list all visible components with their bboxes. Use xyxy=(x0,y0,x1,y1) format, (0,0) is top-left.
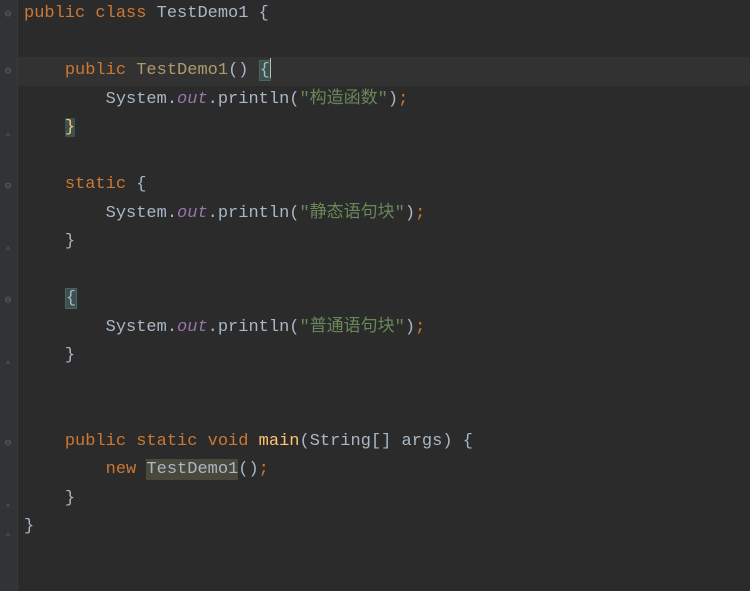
brace: } xyxy=(65,489,75,508)
method-call: println xyxy=(218,90,289,109)
field-ref: out xyxy=(177,318,208,337)
code-line-blank xyxy=(18,399,750,428)
paren: ( xyxy=(289,318,299,337)
method-call: println xyxy=(218,204,289,223)
semicolon: ; xyxy=(415,318,425,337)
fold-open-icon[interactable] xyxy=(3,441,13,447)
keyword: class xyxy=(95,4,146,23)
code-line-blank xyxy=(18,143,750,172)
caret-icon xyxy=(270,58,272,78)
field-ref: out xyxy=(177,90,208,109)
keyword: void xyxy=(208,432,249,451)
code-line-active: public TestDemo1() { xyxy=(18,57,750,86)
fold-close-icon[interactable] xyxy=(3,136,13,142)
paren: ( xyxy=(299,432,309,451)
paren: ) xyxy=(442,432,452,451)
keyword: public xyxy=(65,432,126,451)
brace: { xyxy=(463,432,473,451)
code-line: { xyxy=(18,285,750,314)
dot: . xyxy=(167,318,177,337)
brace: } xyxy=(65,346,75,365)
selection: TestDemo1 xyxy=(146,459,238,480)
string-literal: "静态语句块" xyxy=(299,204,404,223)
method-name: main xyxy=(259,432,300,451)
brace: } xyxy=(65,232,75,251)
field-ref: out xyxy=(177,204,208,223)
class-ref: System xyxy=(106,90,167,109)
dot: . xyxy=(208,204,218,223)
code-line: } xyxy=(18,114,750,143)
method-call: println xyxy=(218,318,289,337)
code-line: public class TestDemo1 { xyxy=(18,0,750,29)
brace-highlighted: { xyxy=(65,288,77,309)
string-literal: "普通语句块" xyxy=(299,318,404,337)
paren: ) xyxy=(388,90,398,109)
semicolon: ; xyxy=(259,460,269,479)
keyword: public xyxy=(24,4,85,23)
keyword: public xyxy=(65,61,126,80)
code-line: static { xyxy=(18,171,750,200)
fold-close-icon[interactable] xyxy=(3,250,13,256)
code-line: System.out.println("普通语句块"); xyxy=(18,314,750,343)
fold-open-icon[interactable] xyxy=(3,12,13,18)
brace-matched: } xyxy=(65,118,75,137)
keyword: static xyxy=(65,175,126,194)
paren: ( xyxy=(289,90,299,109)
code-line-blank xyxy=(18,371,750,400)
dot: . xyxy=(167,90,177,109)
fold-open-icon[interactable] xyxy=(3,69,13,75)
parens: () xyxy=(238,460,258,479)
param: args xyxy=(402,432,443,451)
keyword: static xyxy=(136,432,197,451)
dot: . xyxy=(208,90,218,109)
parens: () xyxy=(228,61,248,80)
code-editor[interactable]: public class TestDemo1 { public TestDemo… xyxy=(18,0,750,591)
class-ref: System xyxy=(106,318,167,337)
brace: { xyxy=(136,175,146,194)
brace: } xyxy=(24,517,34,536)
fold-close-icon[interactable] xyxy=(3,364,13,370)
semicolon: ; xyxy=(415,204,425,223)
string-literal: "构造函数" xyxy=(299,90,387,109)
fold-open-icon[interactable] xyxy=(3,184,13,190)
keyword: new xyxy=(106,460,137,479)
code-line: new TestDemo1(); xyxy=(18,456,750,485)
code-line-blank xyxy=(18,29,750,58)
class-ref: System xyxy=(106,204,167,223)
dot: . xyxy=(208,318,218,337)
code-line: } xyxy=(18,513,750,542)
code-line: } xyxy=(18,485,750,514)
code-line: } xyxy=(18,342,750,371)
brace: { xyxy=(259,4,269,23)
editor-gutter xyxy=(0,0,18,591)
code-line-blank xyxy=(18,257,750,286)
code-line: } xyxy=(18,228,750,257)
semicolon: ; xyxy=(398,90,408,109)
type: String[] xyxy=(310,432,392,451)
code-line: System.out.println("静态语句块"); xyxy=(18,200,750,229)
class-name: TestDemo1 xyxy=(157,4,249,23)
constructor-name: TestDemo1 xyxy=(136,61,228,80)
fold-close-icon[interactable] xyxy=(3,507,13,513)
paren: ( xyxy=(289,204,299,223)
paren: ) xyxy=(405,204,415,223)
code-line: public static void main(String[] args) { xyxy=(18,428,750,457)
fold-open-icon[interactable] xyxy=(3,298,13,304)
fold-close-icon[interactable] xyxy=(3,536,13,542)
code-line: System.out.println("构造函数"); xyxy=(18,86,750,115)
dot: . xyxy=(167,204,177,223)
paren: ) xyxy=(405,318,415,337)
